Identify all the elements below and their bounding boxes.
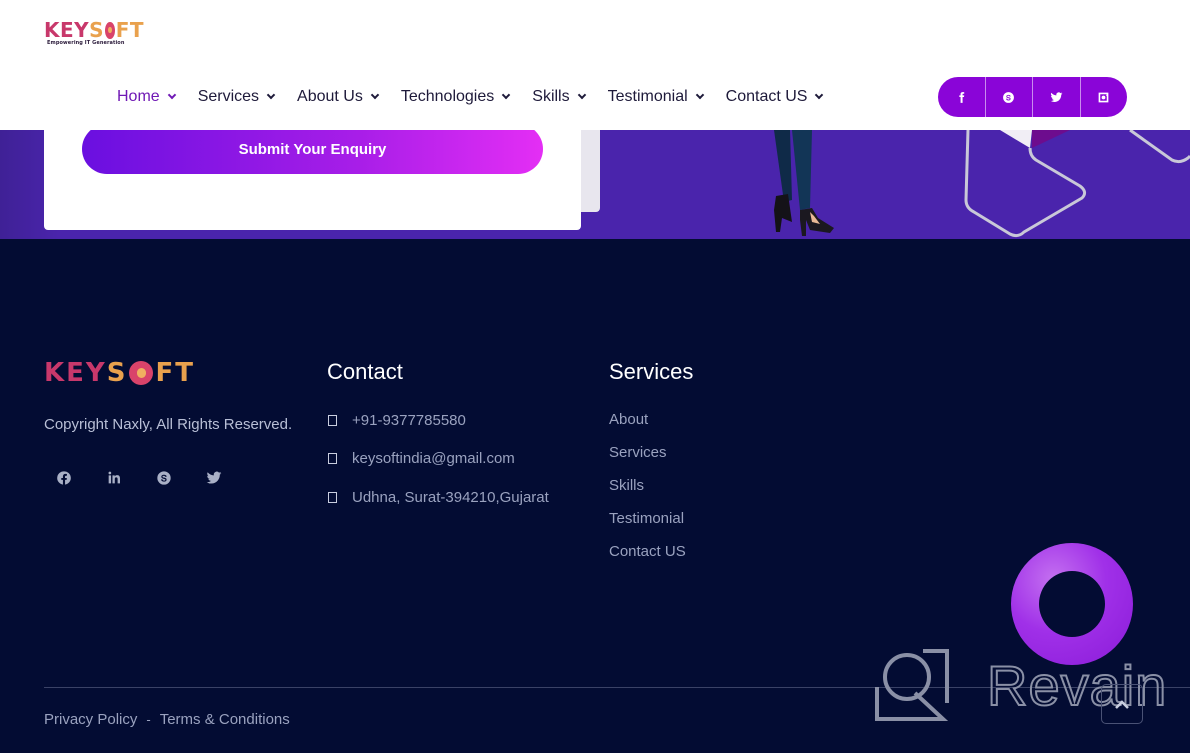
twitter-icon (1050, 91, 1063, 102)
contact-heading: Contact (327, 359, 403, 384)
contact-address: Udhna, Surat-394210,Gujarat (328, 487, 549, 507)
nav-label: Services (197, 88, 260, 105)
footer-bottom-links: Privacy Policy - Terms & Conditions (44, 711, 290, 728)
email-icon (328, 453, 337, 464)
services-heading: Services (609, 359, 694, 384)
chevron-down-icon (502, 90, 511, 100)
chevron-down-icon (266, 90, 276, 100)
logo-key-icon (129, 361, 154, 385)
site-header: KEY S FT Empowering IT Generation Home S… (0, 0, 1190, 130)
footer-logo[interactable]: KEY S FT (44, 358, 195, 388)
facebook-icon (959, 91, 964, 103)
contact-email-text: keysoftindia@gmail.com (352, 450, 515, 467)
contact-list: +91-9377785580 keysoftindia@gmail.com Ud… (328, 410, 549, 526)
logo-text-key: KEY (44, 358, 107, 388)
contact-phone-text: +91-9377785580 (352, 411, 466, 429)
revain-ring-logo (1011, 543, 1133, 665)
nav-label: Contact US (725, 88, 808, 105)
header-logo[interactable]: KEY S FT Empowering IT Generation (44, 20, 144, 50)
nav-label: Home (117, 88, 160, 105)
contact-phone[interactable]: +91-9377785580 (328, 410, 549, 430)
footer-link-about[interactable]: About (609, 411, 686, 431)
instagram-icon (1098, 92, 1109, 102)
main-nav: Home Services About Us Technologies Skil… (117, 84, 845, 110)
chevron-down-icon (167, 90, 176, 100)
logo-key-icon (105, 21, 115, 39)
twitter-icon (206, 471, 222, 484)
services-links: About Services Skills Testimonial Contac… (609, 411, 686, 576)
logo-text-key: KEY (44, 18, 90, 42)
phone-icon (328, 414, 337, 426)
chevron-down-icon (577, 90, 586, 100)
enquiry-form-card: Submit Your Enquiry (44, 130, 581, 230)
nav-item-skills[interactable]: Skills (532, 88, 586, 106)
contact-address-text: Udhna, Surat-394210,Gujarat (352, 488, 549, 506)
link-separator: - (146, 712, 151, 727)
privacy-policy-link[interactable]: Privacy Policy (44, 711, 137, 728)
chevron-up-icon (1115, 700, 1129, 709)
scroll-to-top-button[interactable] (1101, 684, 1143, 724)
footer-link-testimonial[interactable]: Testimonial (609, 510, 686, 530)
skype-icon (157, 471, 171, 485)
footer-skype-link[interactable] (154, 468, 174, 488)
logo-text-s: S (106, 358, 128, 388)
footer-linkedin-link[interactable] (104, 468, 124, 488)
hero-banner-bottom: Submit Your Enquiry (0, 130, 1190, 239)
chair-illustration (964, 130, 1190, 238)
chevron-down-icon (370, 90, 380, 100)
header-skype-button[interactable] (986, 77, 1033, 117)
logo-text-s: S (89, 18, 105, 42)
linkedin-icon (108, 471, 120, 484)
chevron-down-icon (815, 90, 824, 100)
footer-facebook-link[interactable] (54, 468, 74, 488)
header-twitter-button[interactable] (1033, 77, 1081, 117)
logo-text-ft: FT (155, 358, 195, 388)
submit-enquiry-button[interactable]: Submit Your Enquiry (82, 130, 543, 174)
logo-text-ft: FT (115, 18, 144, 42)
footer-twitter-link[interactable] (204, 468, 224, 488)
nav-item-about-us[interactable]: About Us (297, 88, 380, 106)
contact-email[interactable]: keysoftindia@gmail.com (328, 449, 549, 469)
nav-item-contact-us[interactable]: Contact US (725, 88, 824, 106)
nav-label: Technologies (400, 88, 495, 105)
header-instagram-button[interactable] (1081, 77, 1128, 117)
nav-item-technologies[interactable]: Technologies (400, 88, 511, 106)
facebook-icon (57, 471, 71, 485)
footer-link-skills[interactable]: Skills (609, 477, 686, 497)
terms-conditions-link[interactable]: Terms & Conditions (160, 711, 290, 728)
footer-link-services[interactable]: Services (609, 444, 686, 464)
nav-item-home[interactable]: Home (117, 88, 176, 106)
copyright-text: Copyright Naxly, All Rights Reserved. (44, 416, 293, 433)
woman-legs-illustration (774, 130, 834, 236)
location-icon (328, 491, 337, 503)
nav-item-testimonial[interactable]: Testimonial (607, 88, 704, 106)
footer-social-links (54, 468, 254, 488)
footer-link-contact-us[interactable]: Contact US (609, 543, 686, 563)
chevron-down-icon (695, 90, 704, 100)
skype-icon (1003, 91, 1015, 103)
header-social-bar (938, 77, 1127, 117)
revain-mark-icon (875, 649, 949, 721)
nav-label: Skills (532, 88, 570, 105)
nav-item-services[interactable]: Services (197, 88, 276, 106)
header-facebook-button[interactable] (938, 77, 986, 117)
nav-label: Testimonial (607, 88, 688, 105)
nav-label: About Us (297, 88, 363, 105)
